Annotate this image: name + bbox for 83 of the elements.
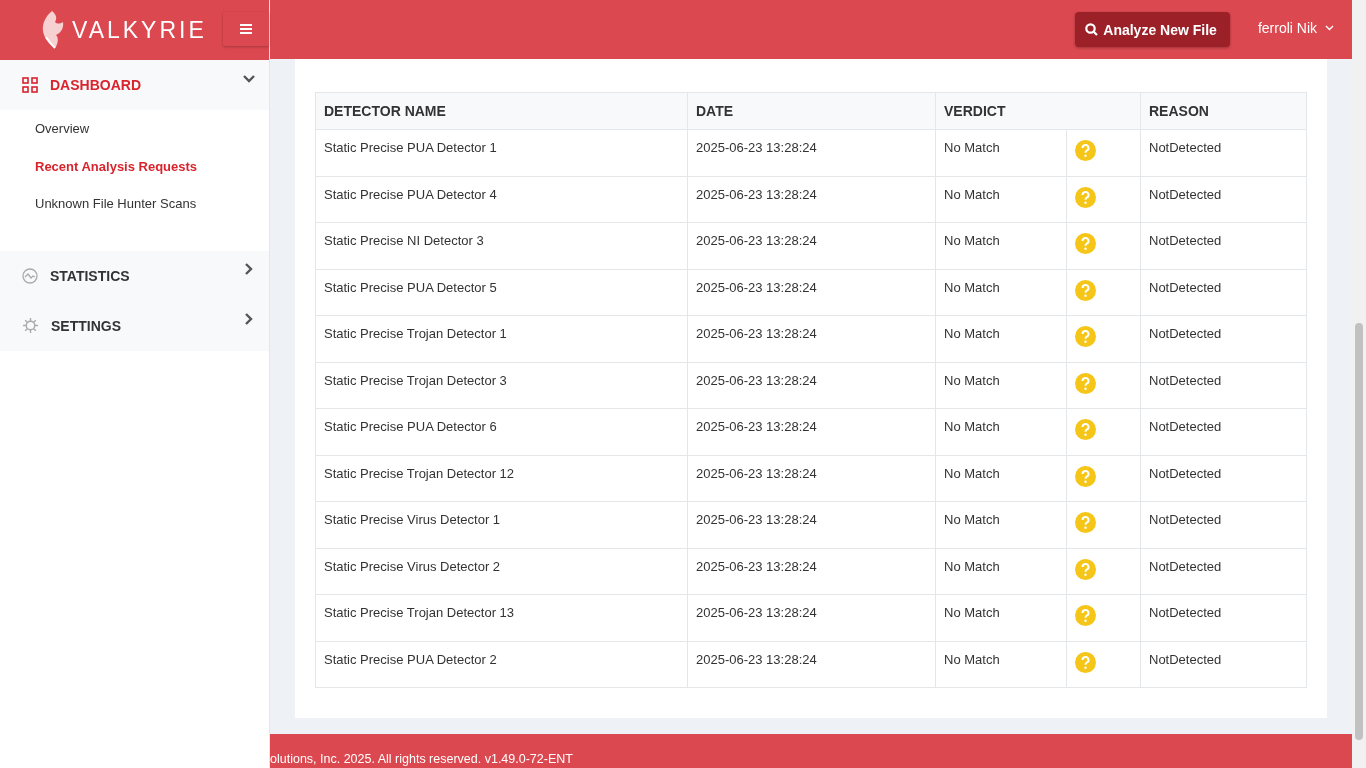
table-cell: Static Precise PUA Detector 4	[315, 176, 688, 223]
table-cell: 2025-06-23 13:28:24	[687, 501, 936, 549]
table-cell: Static Precise PUA Detector 6	[315, 408, 688, 456]
help-icon	[1075, 233, 1096, 255]
table-cell: 2025-06-23 13:28:24	[687, 455, 936, 502]
gear-icon	[22, 317, 39, 334]
help-icon	[1075, 465, 1096, 487]
table-cell: 2025-06-23 13:28:24	[687, 548, 936, 595]
column-header: DATE	[687, 92, 936, 130]
sidebar-subitem[interactable]: Overview	[0, 110, 269, 148]
table-cell: 2025-06-23 13:28:24	[687, 408, 936, 456]
table-cell: NotDetected	[1140, 408, 1307, 456]
table-cell: 2025-06-23 13:28:24	[687, 315, 936, 363]
table-cell: 2025-06-23 13:28:24	[687, 641, 936, 688]
chevron-right-icon	[243, 312, 255, 325]
user-menu[interactable]: ferroli Nik	[1257, 19, 1334, 36]
table-cell: Static Precise NI Detector 3	[315, 222, 688, 270]
grid-icon	[22, 77, 38, 93]
table-cell: 2025-06-23 13:28:24	[687, 176, 936, 223]
table-cell: No Match	[935, 594, 1067, 642]
scrollbar[interactable]	[1352, 0, 1366, 768]
table-cell: Static Precise Trojan Detector 13	[315, 594, 688, 642]
scrollbar-thumb[interactable]	[1355, 323, 1363, 740]
table-cell: 2025-06-23 13:28:24	[687, 222, 936, 270]
help-icon	[1075, 140, 1096, 162]
table-cell: NotDetected	[1140, 269, 1307, 316]
table-cell: 2025-06-23 13:28:24	[687, 269, 936, 316]
table-cell: NotDetected	[1140, 129, 1307, 177]
table-cell: No Match	[935, 269, 1067, 316]
table-cell: No Match	[935, 455, 1067, 502]
table-cell: No Match	[935, 222, 1067, 270]
sidebar-subitem[interactable]: Unknown File Hunter Scans	[0, 185, 269, 223]
table-cell: NotDetected	[1140, 176, 1307, 223]
copyright-text: olutions, Inc. 2025. All rights reserved. v1.49.0-72-ENT	[270, 752, 573, 766]
help-icon	[1075, 326, 1096, 348]
table-cell: Static Precise Trojan Detector 3	[315, 362, 688, 409]
table-cell: Static Precise PUA Detector 2	[315, 641, 688, 688]
help-icon	[1075, 651, 1096, 673]
table-cell: NotDetected	[1140, 455, 1307, 502]
pulse-icon	[22, 267, 38, 284]
table-cell: NotDetected	[1140, 594, 1307, 642]
analyze-new-file-button[interactable]: Analyze New File	[1075, 12, 1230, 48]
table-cell: Static Precise Trojan Detector 1	[315, 315, 688, 363]
table-cell: NotDetected	[1140, 222, 1307, 270]
help-icon	[1075, 279, 1096, 301]
help-icon	[1075, 419, 1096, 441]
table-cell: Static Precise Virus Detector 2	[315, 548, 688, 595]
table-cell: Static Precise Trojan Detector 12	[315, 455, 688, 502]
column-header: VERDICT	[935, 92, 1141, 130]
table-cell: 2025-06-23 13:28:24	[687, 362, 936, 409]
table-cell: NotDetected	[1140, 315, 1307, 363]
help-icon	[1075, 372, 1096, 394]
column-header: DETECTOR NAME	[315, 92, 688, 130]
search-icon	[1085, 23, 1099, 37]
table-cell: No Match	[935, 641, 1067, 688]
table-cell: 2025-06-23 13:28:24	[687, 129, 936, 177]
table-cell: No Match	[935, 315, 1067, 363]
table-cell: No Match	[935, 548, 1067, 595]
help-icon	[1075, 605, 1096, 627]
help-icon	[1075, 512, 1096, 534]
table-cell: NotDetected	[1140, 362, 1307, 409]
table-cell: NotDetected	[1140, 641, 1307, 688]
table-cell: No Match	[935, 129, 1067, 177]
table-cell: NotDetected	[1140, 548, 1307, 595]
brand-name: VALKYRIE	[72, 16, 207, 44]
table-cell: Static Precise Virus Detector 1	[315, 501, 688, 549]
table-cell: No Match	[935, 501, 1067, 549]
help-icon	[1075, 186, 1096, 208]
help-icon	[1075, 558, 1096, 580]
table-cell: Static Precise PUA Detector 1	[315, 129, 688, 177]
table-cell: No Match	[935, 408, 1067, 456]
column-header: REASON	[1140, 92, 1307, 130]
table-cell: Static Precise PUA Detector 5	[315, 269, 688, 316]
menu-icon	[240, 24, 252, 34]
table-cell: 2025-06-23 13:28:24	[687, 594, 936, 642]
menu-button[interactable]	[223, 12, 269, 46]
caret-icon	[1325, 24, 1334, 31]
chevron-right-icon	[243, 262, 255, 275]
table-cell: NotDetected	[1140, 501, 1307, 549]
chevron-down-icon	[243, 73, 255, 85]
sidebar-subitem[interactable]: Recent Analysis Requests	[0, 147, 269, 185]
table-cell: No Match	[935, 176, 1067, 223]
table-cell: No Match	[935, 362, 1067, 409]
